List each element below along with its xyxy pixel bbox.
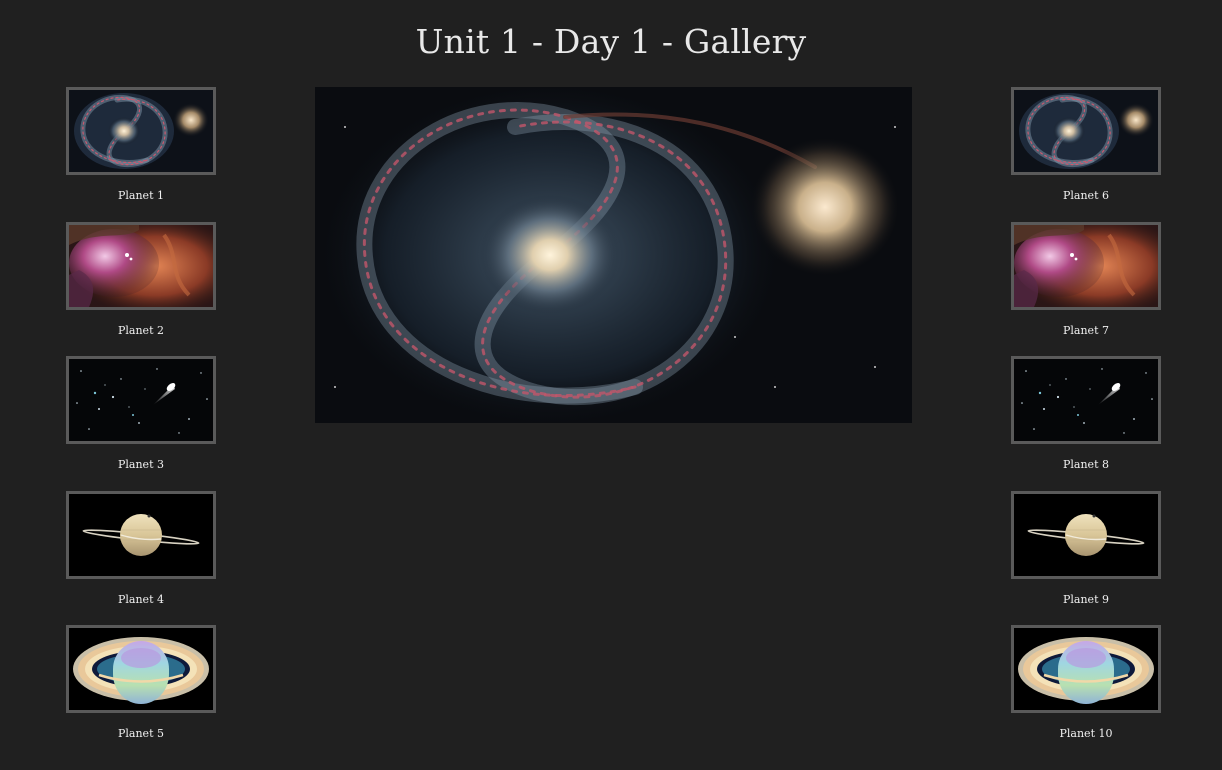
thumbnail-planet-8[interactable]	[1011, 356, 1161, 444]
gallery-item: Planet 3	[66, 356, 216, 491]
saturn-ultraviolet-image	[69, 628, 213, 710]
thumbnail-caption: Planet 2	[118, 323, 164, 337]
whirlpool-galaxy-large-image	[315, 87, 912, 423]
gallery-item: Planet 8	[1011, 356, 1161, 491]
gallery-item: Planet 10	[1011, 625, 1161, 760]
whirlpool-galaxy-image	[1014, 90, 1158, 172]
thumbnail-planet-6[interactable]	[1011, 87, 1161, 175]
main-image-viewer	[315, 87, 912, 423]
whirlpool-galaxy-image	[69, 90, 213, 172]
thumbnail-planet-5[interactable]	[66, 625, 216, 713]
thumbnail-planet-9[interactable]	[1011, 490, 1161, 579]
gallery-item: Planet 2	[66, 221, 216, 357]
gallery-page: Unit 1 - Day 1 - Gallery Planet 1 Planet…	[0, 0, 1222, 770]
gallery-item: Planet 9	[1011, 490, 1161, 626]
gallery-item: Planet 4	[66, 490, 216, 626]
thumbnail-caption: Planet 4	[118, 592, 164, 606]
saturn-ultraviolet-image	[1014, 628, 1158, 710]
saturn-edge-on-image	[69, 494, 213, 576]
comet-starfield-image	[69, 359, 213, 441]
thumbnail-planet-3[interactable]	[66, 356, 216, 444]
thumbnail-planet-2[interactable]	[66, 221, 216, 310]
thumbnail-caption: Planet 6	[1063, 189, 1109, 202]
comet-starfield-image	[1014, 359, 1158, 441]
thumbnail-planet-1[interactable]	[66, 87, 216, 175]
gallery-item: Planet 1	[66, 87, 216, 222]
gallery-item: Planet 6	[1011, 87, 1161, 222]
orion-nebula-image	[69, 225, 213, 307]
saturn-edge-on-image	[1014, 494, 1158, 576]
thumbnail-planet-7[interactable]	[1011, 221, 1161, 310]
thumbnail-caption: Planet 5	[118, 727, 164, 740]
thumbnail-caption: Planet 3	[118, 458, 164, 471]
page-title: Unit 1 - Day 1 - Gallery	[415, 22, 807, 61]
thumbnail-planet-10[interactable]	[1011, 625, 1161, 713]
thumbnail-planet-4[interactable]	[66, 490, 216, 579]
thumbnail-caption: Planet 7	[1063, 323, 1109, 337]
thumbnail-caption: Planet 8	[1063, 458, 1109, 471]
gallery-item: Planet 5	[66, 625, 216, 760]
gallery-item: Planet 7	[1011, 221, 1161, 357]
orion-nebula-image	[1014, 225, 1158, 307]
thumbnail-caption: Planet 1	[118, 189, 164, 202]
thumbnail-caption: Planet 9	[1063, 592, 1109, 606]
left-thumbnail-column: Planet 1 Planet 2 Planet 3 Planet 4 Plan…	[66, 87, 216, 760]
thumbnail-caption: Planet 10	[1059, 727, 1113, 740]
right-thumbnail-column: Planet 6 Planet 7 Planet 8 Planet 9 Plan…	[1011, 87, 1161, 760]
